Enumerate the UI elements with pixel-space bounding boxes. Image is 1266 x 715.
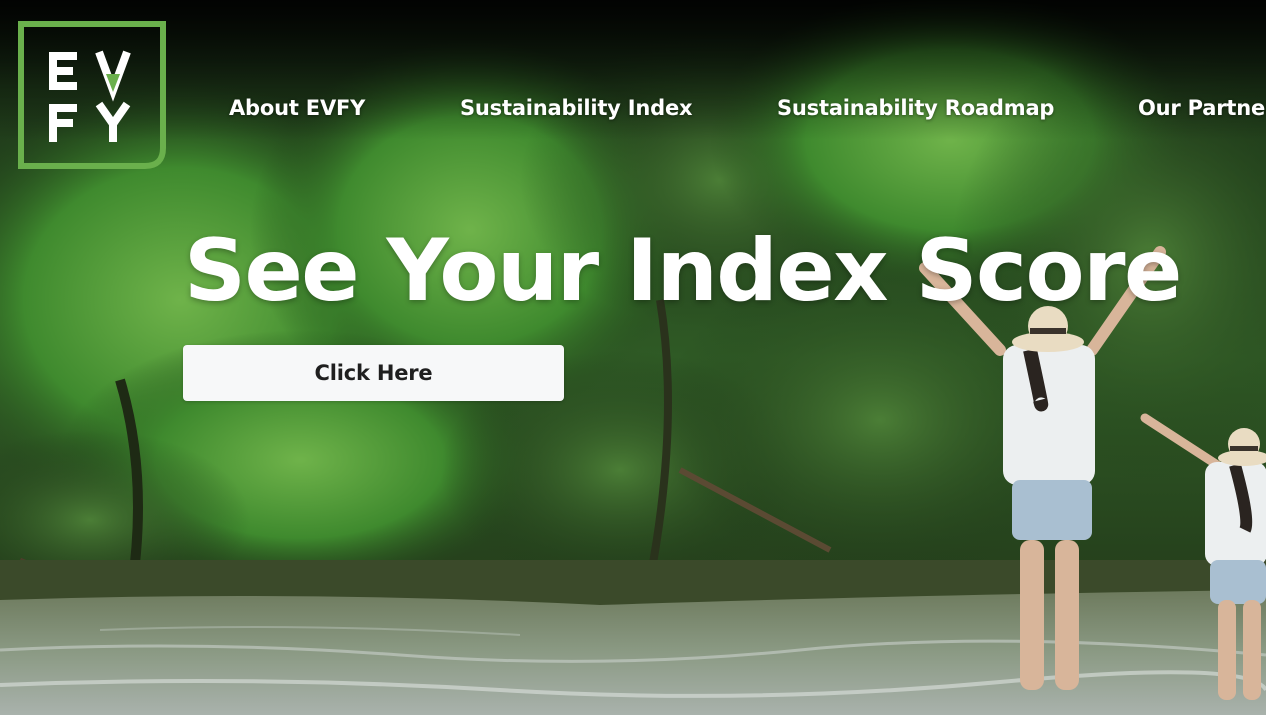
hero-section: About EVFY Sustainability Index Sustaina… [0,0,1266,715]
nav-sustainability-index[interactable]: Sustainability Index [460,96,693,120]
nav-sustainability-roadmap[interactable]: Sustainability Roadmap [777,96,1054,120]
main-nav: About EVFY Sustainability Index Sustaina… [0,96,1266,128]
evfy-logo[interactable] [17,20,167,170]
hero-headline: See Your Index Score [184,220,1182,321]
nav-about-evfy[interactable]: About EVFY [229,96,365,120]
nav-our-partners[interactable]: Our Partners [1138,96,1266,120]
click-here-button[interactable]: Click Here [183,345,564,401]
